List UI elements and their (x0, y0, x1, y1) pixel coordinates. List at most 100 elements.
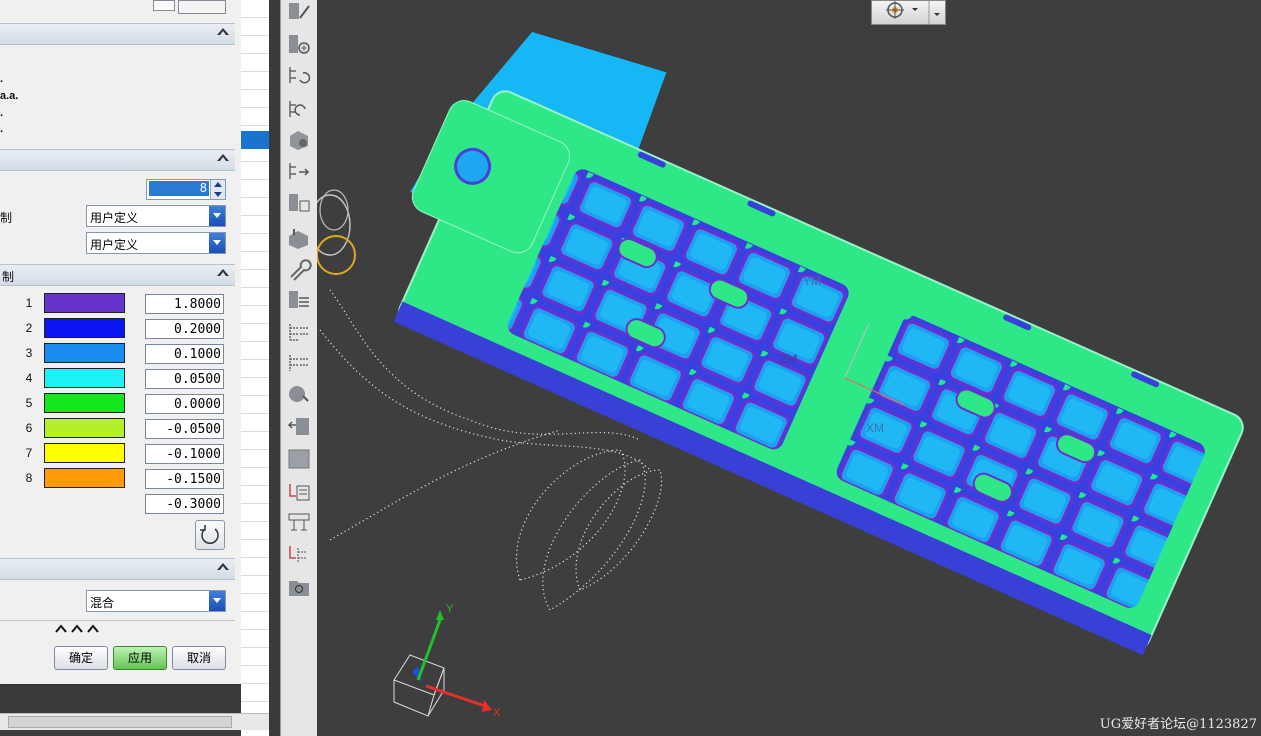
legend-index: 2 (25, 321, 33, 335)
postprocess-icon[interactable] (286, 160, 312, 184)
vertical-toolbar (280, 0, 318, 736)
legend-value-last[interactable]: -0.3000 (145, 494, 224, 514)
legend-index: 6 (25, 421, 33, 435)
tree-icon[interactable] (286, 320, 312, 344)
horizontal-scrollbar[interactable] (0, 713, 269, 730)
collapse-icon[interactable] (217, 563, 229, 570)
list-icon[interactable] (286, 480, 312, 504)
chevron-down-icon[interactable] (209, 206, 225, 226)
graphics-viewport[interactable]: YM ZM XM Y X UG爱好者论坛@1123827 (317, 0, 1261, 736)
section-header-1[interactable] (0, 23, 235, 45)
triad-label-x: X (493, 707, 501, 719)
info-line-4: . (0, 123, 4, 135)
axis-label-xm: XM (866, 421, 884, 435)
part-model (393, 31, 1244, 656)
spinner-arrows[interactable] (210, 180, 225, 199)
legend-index: 3 (25, 346, 33, 360)
legend-index: 5 (25, 396, 33, 410)
stock-icon[interactable] (286, 447, 312, 471)
spin-up-icon[interactable] (214, 182, 222, 187)
collapse-icon[interactable] (217, 269, 229, 276)
section-header-4[interactable] (0, 558, 235, 580)
section-3-label: 制 (2, 270, 15, 284)
hierarchy-icon[interactable] (286, 511, 312, 535)
layer-icon[interactable] (286, 288, 312, 312)
scale-select[interactable]: 用户定义 (86, 205, 226, 227)
wrench-icon[interactable] (286, 257, 312, 281)
tree-alt-icon[interactable] (286, 351, 312, 375)
section-header-2[interactable] (0, 149, 235, 171)
collapse-icon[interactable] (217, 28, 229, 35)
model-canvas[interactable]: YM ZM XM Y X (317, 0, 1261, 736)
legend-value-5[interactable]: 0.0000 (145, 394, 224, 414)
more-options-bar[interactable] (0, 620, 235, 635)
replay-icon[interactable] (286, 98, 312, 122)
legend-swatch-4[interactable] (44, 368, 125, 388)
crosshair-target-icon (886, 1, 940, 24)
legend-swatch-2[interactable] (44, 318, 125, 338)
legend-swatch-6[interactable] (44, 418, 125, 438)
blend-select-value: 混合 (90, 596, 115, 610)
reset-icon (200, 525, 219, 544)
info-line-1: . (0, 73, 4, 85)
add-operation-icon[interactable] (286, 33, 312, 57)
legend-value-2[interactable]: 0.2000 (145, 319, 224, 339)
reset-button[interactable] (195, 520, 225, 550)
legend-value-3[interactable]: 0.1000 (145, 344, 224, 364)
legend-index: 7 (25, 446, 33, 460)
folder-search-icon[interactable] (286, 575, 312, 599)
section-header-3[interactable]: 制 (0, 264, 235, 286)
legend-swatch-3[interactable] (44, 343, 125, 363)
dialog-top-tool-button[interactable] (178, 0, 226, 14)
apply-button[interactable]: 应用 (113, 646, 167, 670)
legend-value-6[interactable]: -0.0500 (145, 419, 224, 439)
regenerate-icon[interactable] (286, 64, 312, 88)
chevron-down-icon[interactable] (209, 591, 225, 611)
scale-select-value: 用户定义 (90, 211, 139, 225)
sheet-highlight (241, 131, 269, 149)
range-select[interactable]: 用户定义 (86, 232, 226, 254)
axis-label-ym: YM (803, 274, 821, 288)
view-triad[interactable]: Y X (393, 603, 501, 719)
info-line-2: a.a. (0, 90, 19, 102)
legend-index: 1 (25, 296, 33, 310)
legend-index: 4 (25, 371, 33, 385)
legend-index: 8 (25, 471, 33, 485)
verify-icon[interactable] (286, 128, 312, 152)
color-count-value[interactable]: 8 (149, 181, 209, 196)
transform-icon[interactable] (286, 415, 312, 439)
sequence-icon[interactable] (286, 542, 312, 566)
axis-label-zm: ZM (780, 352, 797, 366)
legend-swatch-1[interactable] (44, 293, 125, 313)
legend-swatch-7[interactable] (44, 443, 125, 463)
background-sheet (241, 0, 269, 736)
snap-point-button[interactable] (871, 0, 946, 25)
collapse-icon[interactable] (217, 154, 229, 161)
spin-down-icon[interactable] (214, 192, 222, 197)
dialog-top-more-button[interactable] (153, 0, 175, 11)
machine-tool-icon[interactable] (286, 226, 312, 250)
cutter-rings (317, 189, 356, 275)
shop-doc-icon[interactable] (286, 191, 312, 215)
chevrons-up-icon[interactable] (55, 624, 101, 633)
legend-swatch-5[interactable] (44, 393, 125, 413)
triad-label-y: Y (446, 603, 454, 615)
scroll-thumb[interactable] (8, 716, 232, 728)
range-select-value: 用户定义 (90, 238, 139, 252)
cancel-button[interactable]: 取消 (172, 646, 226, 670)
legend-value-8[interactable]: -0.1500 (145, 469, 224, 489)
color-count-spinner[interactable]: 8 (146, 179, 226, 200)
legend-value-7[interactable]: -0.1000 (145, 444, 224, 464)
legend-swatch-8[interactable] (44, 468, 125, 488)
color-map-dialog: . a.a. . . 8 制 用户定义 用户定义 制 1 1.8000 2 0.… (0, 0, 242, 684)
info-line-3: . (0, 107, 4, 119)
watermark: UG爱好者论坛@1123827 (1099, 717, 1257, 732)
ok-button[interactable]: 确定 (54, 646, 108, 670)
legend-value-4[interactable]: 0.0500 (145, 369, 224, 389)
scale-label: 制 (0, 211, 13, 225)
feature-icon[interactable] (286, 382, 312, 406)
blend-select[interactable]: 混合 (86, 590, 226, 612)
legend-value-1[interactable]: 1.8000 (145, 294, 224, 314)
toolpath-icon[interactable] (286, 0, 312, 24)
chevron-down-icon[interactable] (209, 233, 225, 253)
